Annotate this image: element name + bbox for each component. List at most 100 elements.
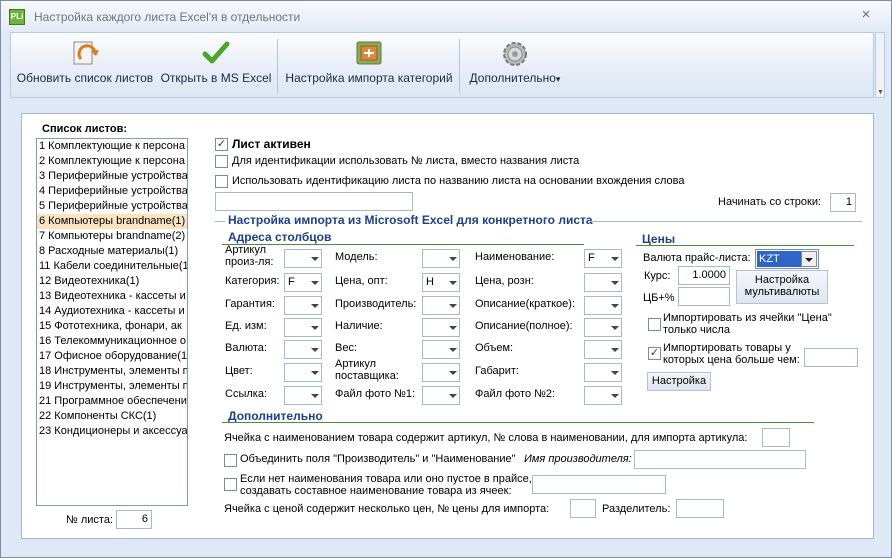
toolbar-separator bbox=[459, 39, 460, 93]
list-item[interactable]: 4 Периферийные устройства bbox=[37, 184, 187, 199]
multi-price-label: Ячейка с ценой содержит несколько цен, №… bbox=[224, 503, 550, 515]
toolbar-scroll[interactable]: ▼ bbox=[875, 32, 885, 98]
list-item[interactable]: 21 Программное обеспечение bbox=[37, 394, 187, 409]
active-label: Лист активен bbox=[232, 137, 311, 151]
chevron-down-icon bbox=[449, 304, 457, 308]
column-dropdown[interactable] bbox=[284, 340, 322, 359]
list-item[interactable]: 23 Кондиционеры и аксессуа bbox=[37, 424, 187, 439]
column-dropdown[interactable] bbox=[422, 318, 460, 337]
import-price-gt-field[interactable] bbox=[804, 348, 858, 367]
column-dropdown[interactable] bbox=[422, 296, 460, 315]
column-dropdown[interactable] bbox=[584, 296, 622, 315]
price-numbers-checkbox[interactable] bbox=[648, 318, 661, 331]
column-dropdown[interactable]: F bbox=[584, 249, 622, 268]
more-button[interactable]: Дополнительно▾ bbox=[463, 35, 567, 97]
column-label: Наименование: bbox=[475, 251, 555, 263]
composite-name-field[interactable] bbox=[532, 475, 666, 494]
chevron-down-icon bbox=[611, 326, 619, 330]
extra-title: Дополнительно bbox=[228, 409, 323, 423]
window: PLi Настройка каждого листа Excel'я в от… bbox=[0, 0, 892, 558]
column-dropdown[interactable] bbox=[284, 249, 322, 268]
chevron-down-icon bbox=[449, 371, 457, 375]
rate-field[interactable]: 1.0000 bbox=[678, 266, 730, 285]
toolbar-separator bbox=[277, 39, 278, 93]
column-dropdown[interactable] bbox=[422, 340, 460, 359]
import-categories-button[interactable]: Настройка импорта категорий bbox=[283, 35, 455, 97]
use-name-entry-checkbox[interactable] bbox=[215, 175, 228, 188]
list-item[interactable]: 15 Фототехника, фонари, ак bbox=[37, 319, 187, 334]
chevron-down-icon bbox=[311, 326, 319, 330]
list-item[interactable]: 7 Компьютеры brandname(2) bbox=[37, 229, 187, 244]
column-dropdown[interactable] bbox=[584, 318, 622, 337]
column-label: Ед. изм: bbox=[225, 320, 267, 332]
column-dropdown[interactable] bbox=[422, 363, 460, 382]
sheets-list[interactable]: 1 Комплектующие к персона 2 Комплектующие… bbox=[36, 138, 188, 506]
currency-dropdown[interactable]: KZT bbox=[755, 249, 819, 269]
list-item[interactable]: 14 Аудиотехника - кассеты и bbox=[37, 304, 187, 319]
column-label: Категория: bbox=[225, 275, 280, 287]
column-dropdown[interactable]: H bbox=[422, 273, 460, 292]
list-item[interactable]: 6 Компьютеры brandname(1) bbox=[37, 214, 187, 229]
column-dropdown[interactable] bbox=[284, 386, 322, 405]
list-item[interactable]: 22 Компоненты СКС(1) bbox=[37, 409, 187, 424]
column-dropdown[interactable] bbox=[584, 273, 622, 292]
cb-field[interactable] bbox=[678, 287, 730, 306]
column-label: Ссылка: bbox=[225, 388, 267, 400]
list-item[interactable]: 5 Периферийные устройства bbox=[37, 199, 187, 214]
checkmark-icon bbox=[202, 41, 230, 64]
column-dropdown[interactable] bbox=[584, 363, 622, 382]
chevron-down-icon bbox=[311, 257, 319, 261]
list-item[interactable]: 13 Видеотехника - кассеты и bbox=[37, 289, 187, 304]
merge-fields-checkbox[interactable] bbox=[224, 454, 237, 467]
list-item[interactable]: 18 Инструменты, элементы п bbox=[37, 364, 187, 379]
column-dropdown[interactable] bbox=[584, 386, 622, 405]
column-value: H bbox=[426, 276, 434, 288]
column-label: Наличие: bbox=[335, 320, 383, 332]
start-row-field[interactable]: 1 bbox=[830, 193, 856, 212]
column-label: Габарит: bbox=[475, 365, 519, 377]
separator-label: Разделитель: bbox=[602, 503, 671, 515]
column-dropdown[interactable]: F bbox=[284, 273, 322, 292]
price-settings-button[interactable]: Настройка bbox=[647, 372, 711, 391]
list-item[interactable]: 3 Периферийные устройства bbox=[37, 169, 187, 184]
list-item[interactable]: 12 Видеотехника(1) bbox=[37, 274, 187, 289]
column-dropdown[interactable] bbox=[422, 386, 460, 405]
currency-value: KZT bbox=[757, 251, 801, 267]
list-item[interactable]: 1 Комплектующие к персона bbox=[37, 139, 187, 154]
name-entry-field[interactable] bbox=[215, 192, 413, 211]
list-item[interactable]: 2 Комплектующие к персона bbox=[37, 154, 187, 169]
column-dropdown[interactable] bbox=[284, 296, 322, 315]
maker-name-field[interactable] bbox=[634, 450, 806, 469]
cb-label: ЦБ+% bbox=[643, 292, 675, 304]
active-checkbox[interactable]: ✓ bbox=[215, 138, 228, 151]
chevron-down-icon bbox=[611, 257, 619, 261]
column-dropdown[interactable] bbox=[284, 318, 322, 337]
column-label: Цена, розн: bbox=[475, 275, 534, 287]
column-label: Производитель: bbox=[335, 298, 417, 310]
prices-title: Цены bbox=[642, 232, 676, 246]
open-excel-button[interactable]: Открыть в MS Excel bbox=[159, 35, 273, 97]
multi-price-field[interactable] bbox=[570, 499, 596, 518]
close-icon[interactable]: × bbox=[858, 7, 874, 23]
article-in-name-field[interactable] bbox=[762, 428, 790, 447]
list-item[interactable]: 17 Офисное оборудование(1 bbox=[37, 349, 187, 364]
divider bbox=[590, 221, 862, 222]
list-item[interactable]: 11 Кабели соединительные(1 bbox=[37, 259, 187, 274]
separator-field[interactable] bbox=[676, 499, 724, 518]
divider bbox=[215, 221, 225, 222]
use-number-checkbox[interactable] bbox=[215, 155, 228, 168]
composite-name-checkbox[interactable] bbox=[224, 478, 237, 491]
column-dropdown[interactable] bbox=[284, 363, 322, 382]
column-dropdown[interactable] bbox=[422, 249, 460, 268]
column-dropdown[interactable] bbox=[584, 340, 622, 359]
multicurrency-button[interactable]: Настройка мультивалюты bbox=[736, 270, 828, 304]
sheets-title: Список листов: bbox=[42, 123, 128, 135]
import-price-gt-checkbox[interactable]: ✓ bbox=[648, 347, 661, 360]
sheet-number-field[interactable]: 6 bbox=[116, 510, 152, 529]
refresh-sheets-button[interactable]: Обновить список листов bbox=[15, 35, 155, 97]
list-item[interactable]: 19 Инструменты, элементы п bbox=[37, 379, 187, 394]
chevron-down-icon bbox=[311, 348, 319, 352]
list-item[interactable]: 16 Телекоммуникационное о bbox=[37, 334, 187, 349]
list-item[interactable]: 8 Расходные материалы(1) bbox=[37, 244, 187, 259]
app-icon: PLi bbox=[9, 9, 25, 25]
